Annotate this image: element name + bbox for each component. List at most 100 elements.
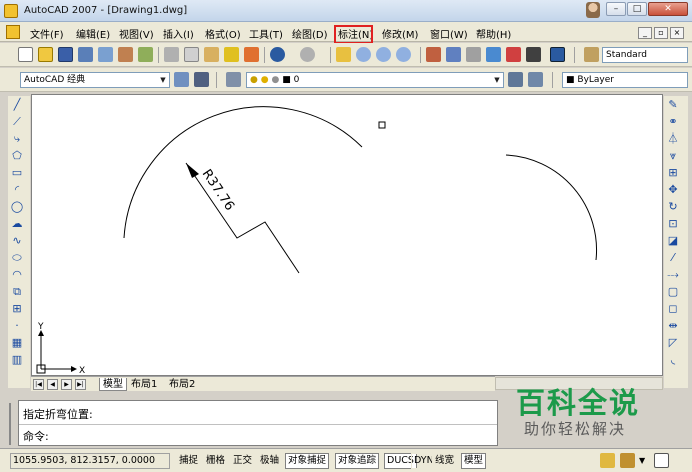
trim-icon[interactable]: ⁄ xyxy=(664,249,682,266)
mdi-restore-button[interactable]: ▫ xyxy=(654,27,668,39)
workspace-save-icon[interactable] xyxy=(194,72,209,87)
menu-file[interactable]: 文件(F) xyxy=(30,26,64,41)
offset-icon[interactable]: ⩔ xyxy=(664,147,682,164)
chevron-down-icon[interactable]: ▼ xyxy=(639,453,645,469)
menu-insert[interactable]: 插入(I) xyxy=(163,26,194,41)
join-icon[interactable]: ⇹ xyxy=(664,317,682,334)
plot-icon[interactable] xyxy=(78,47,93,62)
menu-modify[interactable]: 修改(M) xyxy=(382,26,418,41)
layer-select[interactable]: ● ● ● ■ 0 ▼ xyxy=(246,72,504,88)
design-center-icon[interactable] xyxy=(446,47,461,62)
lineweight-toggle[interactable]: 线宽 xyxy=(432,453,458,469)
autocad-app-icon[interactable] xyxy=(4,4,18,18)
workspace-select[interactable]: AutoCAD 经典 ▼ xyxy=(20,72,170,88)
move-icon[interactable]: ✥ xyxy=(664,181,682,198)
array-icon[interactable]: ⊞ xyxy=(664,164,682,181)
gradient-icon[interactable]: ▥ xyxy=(8,351,26,368)
minimize-button[interactable]: – xyxy=(606,2,626,16)
hatch-icon[interactable]: ▦ xyxy=(8,334,26,351)
layer-manager-icon[interactable] xyxy=(226,72,241,87)
menu-edit[interactable]: 编辑(E) xyxy=(76,26,110,41)
menu-draw[interactable]: 绘图(D) xyxy=(292,26,328,41)
make-block-icon[interactable]: ⊞ xyxy=(8,300,26,317)
plot-preview-icon[interactable] xyxy=(98,47,113,62)
block-editor-icon[interactable] xyxy=(244,47,259,62)
calculator-icon[interactable] xyxy=(526,47,541,62)
revision-cloud-icon[interactable]: ☁ xyxy=(8,215,26,232)
polyline-icon[interactable]: ⤷ xyxy=(8,130,26,147)
paste-icon[interactable] xyxy=(204,47,219,62)
scale-icon[interactable]: ⊡ xyxy=(664,215,682,232)
rectangle-icon[interactable]: ▭ xyxy=(8,164,26,181)
point-icon[interactable]: · xyxy=(8,317,26,334)
extend-icon[interactable]: ⤏ xyxy=(664,266,682,283)
otrack-toggle[interactable]: 对象追踪 xyxy=(335,453,380,469)
command-window[interactable]: 指定折弯位置: 命令: xyxy=(9,400,498,446)
match-properties-icon[interactable] xyxy=(224,47,239,62)
open-file-icon[interactable] xyxy=(38,47,53,62)
osnap-toggle[interactable]: 对象捕捉 xyxy=(285,453,330,469)
color-select[interactable]: ■ ByLayer xyxy=(562,72,688,88)
tab-layout2[interactable]: 布局2 xyxy=(169,378,195,391)
snap-toggle[interactable]: 捕捉 xyxy=(176,453,202,469)
zoom-previous-icon[interactable] xyxy=(396,47,411,62)
zoom-window-icon[interactable] xyxy=(376,47,391,62)
tool-palettes-icon[interactable] xyxy=(466,47,481,62)
break-icon[interactable]: ◻ xyxy=(664,300,682,317)
line-icon[interactable]: ╱ xyxy=(8,96,26,113)
tab-model[interactable]: 模型 xyxy=(99,378,127,391)
first-tab-icon[interactable]: |◀ xyxy=(33,379,44,390)
new-file-icon[interactable] xyxy=(18,47,33,62)
model-toggle[interactable]: 模型 xyxy=(461,453,487,469)
coordinates-readout[interactable]: 1055.9503, 812.3157, 0.0000 xyxy=(10,453,170,469)
rotate-icon[interactable]: ↻ xyxy=(664,198,682,215)
save-icon[interactable] xyxy=(58,47,73,62)
ellipse-icon[interactable]: ⬭ xyxy=(8,249,26,266)
text-style-icon[interactable] xyxy=(584,47,599,62)
undo-icon[interactable] xyxy=(270,47,285,62)
publish-icon[interactable] xyxy=(118,47,133,62)
polar-toggle[interactable]: 极轴 xyxy=(257,453,283,469)
copy-object-icon[interactable]: ⚭ xyxy=(664,113,682,130)
circle-icon[interactable]: ◯ xyxy=(8,198,26,215)
right-arc[interactable] xyxy=(505,154,598,261)
grid-toggle[interactable]: 栅格 xyxy=(203,453,229,469)
command-input[interactable] xyxy=(59,427,359,442)
next-tab-icon[interactable]: ▶ xyxy=(61,379,72,390)
workspace-settings-icon[interactable] xyxy=(174,72,189,87)
break-at-point-icon[interactable]: ▢ xyxy=(664,283,682,300)
mirror-icon[interactable]: ⏃ xyxy=(664,130,682,147)
zoom-realtime-icon[interactable] xyxy=(356,47,371,62)
cut-icon[interactable] xyxy=(164,47,179,62)
fillet-icon[interactable]: ◟ xyxy=(664,351,682,368)
text-style-select[interactable]: Standard xyxy=(602,47,688,63)
properties-icon[interactable] xyxy=(426,47,441,62)
erase-icon[interactable]: ✎ xyxy=(664,96,682,113)
mdi-close-button[interactable]: × xyxy=(670,27,684,39)
left-arc[interactable] xyxy=(123,106,363,239)
make-object-layer-current-icon[interactable] xyxy=(508,72,523,87)
maximize-button[interactable]: □ xyxy=(627,2,647,16)
menu-help[interactable]: 帮助(H) xyxy=(476,26,511,41)
toolbar-lock-icon[interactable] xyxy=(620,453,635,468)
command-window-grip[interactable] xyxy=(9,403,15,445)
menu-tools[interactable]: 工具(T) xyxy=(249,26,283,41)
markup-icon[interactable] xyxy=(506,47,521,62)
redo-icon[interactable] xyxy=(300,47,315,62)
arc-icon[interactable]: ◜ xyxy=(8,181,26,198)
construction-line-icon[interactable]: ⟋ xyxy=(8,113,26,130)
menu-view[interactable]: 视图(V) xyxy=(119,26,154,41)
menu-format[interactable]: 格式(O) xyxy=(205,26,241,41)
document-icon[interactable] xyxy=(6,25,20,39)
layer-previous-icon[interactable] xyxy=(528,72,543,87)
sheet-set-icon[interactable] xyxy=(486,47,501,62)
menu-window[interactable]: 窗口(W) xyxy=(430,26,468,41)
copy-icon[interactable] xyxy=(184,47,199,62)
communication-center-icon[interactable] xyxy=(600,453,615,468)
mdi-minimize-button[interactable]: _ xyxy=(638,27,652,39)
close-button[interactable]: ✕ xyxy=(648,2,688,16)
clean-screen-icon[interactable] xyxy=(654,453,669,468)
ellipse-arc-icon[interactable]: ◠ xyxy=(8,266,26,283)
prev-tab-icon[interactable]: ◀ xyxy=(47,379,58,390)
3d-dwf-icon[interactable] xyxy=(138,47,153,62)
